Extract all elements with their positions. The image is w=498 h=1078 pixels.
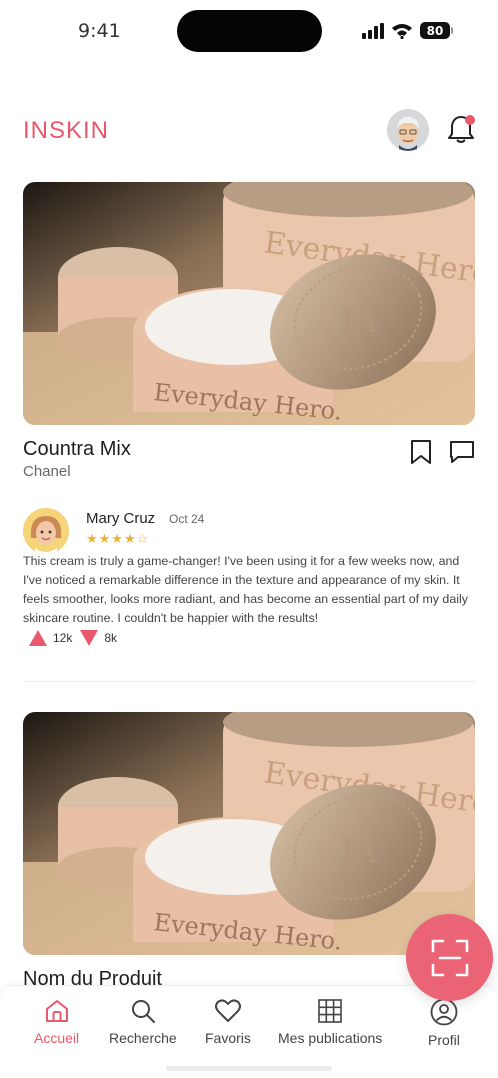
heart-icon — [214, 999, 241, 1022]
nav-label-favoris: Favoris — [205, 1030, 251, 1046]
nav-label-mes-publications: Mes publications — [278, 1030, 383, 1046]
upvote-icon[interactable] — [29, 630, 47, 646]
review-date: Oct 24 — [169, 512, 205, 526]
nav-item-mes-publications[interactable]: Mes publications — [278, 998, 382, 1046]
dynamic-island — [177, 10, 322, 52]
product-brand: Chanel — [23, 463, 71, 480]
nav-label-accueil: Accueil — [34, 1030, 80, 1046]
user-memoji-icon — [387, 109, 429, 151]
star-rating: ★★★★☆ — [86, 532, 150, 547]
nav-item-favoris[interactable]: Favoris — [205, 998, 251, 1046]
downvote-count: 8k — [104, 631, 118, 645]
nav-label-recherche: Recherche — [109, 1030, 177, 1046]
signal-icon — [362, 22, 384, 39]
comment-icon[interactable] — [449, 439, 475, 465]
cream-jar-photo: Everyday Hero. Everyday Hero. IA — [23, 182, 475, 425]
product-image[interactable]: Everyday Hero. Everyday Hero. IA — [23, 182, 475, 425]
reviewer-memoji-icon — [23, 508, 69, 554]
wifi-icon — [392, 23, 412, 39]
review-text: This cream is truly a game-changer! I've… — [23, 554, 468, 625]
nav-item-profil[interactable]: Profil — [428, 998, 460, 1048]
lid-label: IA — [341, 302, 378, 340]
reviewer-avatar[interactable] — [23, 508, 69, 554]
status-icons: 80 — [362, 22, 453, 39]
lid-label-2: IA — [341, 832, 378, 870]
upvote-count: 12k — [53, 631, 73, 645]
product-image-2[interactable]: Everyday Hero. Everyday Hero. IA — [23, 712, 475, 955]
cream-jar-photo-2: Everyday Hero. Everyday Hero. IA — [23, 712, 475, 955]
nav-item-recherche[interactable]: Recherche — [109, 998, 177, 1046]
post-divider — [23, 681, 475, 682]
bookmark-icon[interactable] — [408, 439, 434, 465]
status-time: 9:41 — [78, 20, 121, 42]
battery-indicator: 80 — [420, 22, 453, 39]
vote-bar: 12k 8k — [29, 630, 117, 646]
nav-label-profil: Profil — [428, 1032, 460, 1048]
status-bar: 9:41 80 — [0, 0, 498, 62]
scan-icon — [431, 939, 468, 976]
bottom-navigation: Accueil Recherche Favoris Mes publicatio… — [0, 985, 498, 1078]
grid-icon — [318, 999, 342, 1023]
search-icon — [131, 1000, 155, 1023]
user-icon — [430, 998, 458, 1026]
product-name[interactable]: Countra Mix — [23, 438, 131, 461]
home-indicator — [166, 1066, 332, 1071]
home-icon — [45, 1000, 68, 1022]
user-avatar[interactable] — [387, 109, 429, 151]
notification-badge — [465, 115, 475, 125]
reviewer-name[interactable]: Mary Cruz — [86, 510, 155, 527]
downvote-icon[interactable] — [80, 630, 99, 646]
scan-button[interactable] — [406, 914, 493, 1001]
app-logo: INSKIN — [23, 117, 110, 144]
nav-item-accueil[interactable]: Accueil — [34, 998, 79, 1046]
